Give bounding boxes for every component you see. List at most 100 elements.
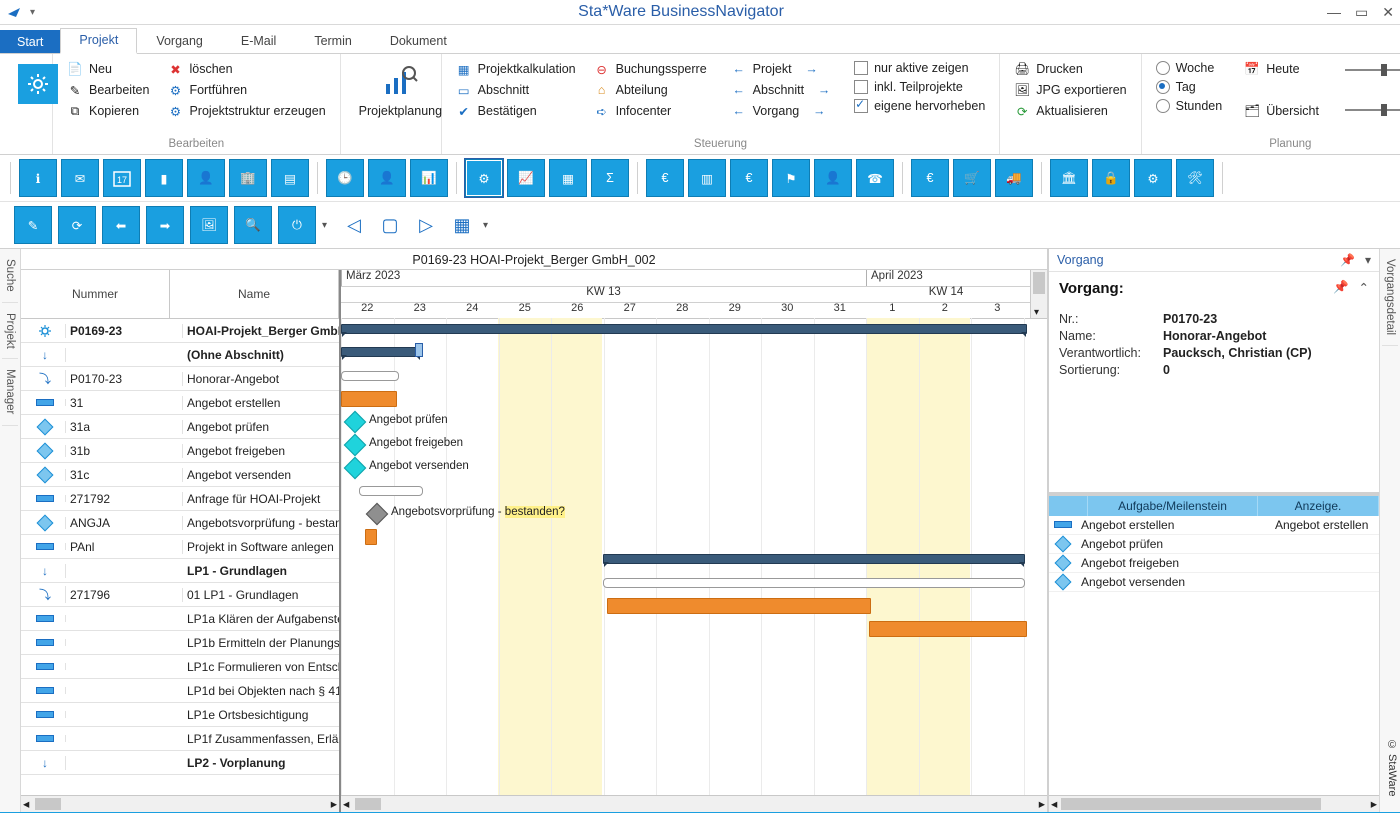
table-row[interactable]: 31b Angebot freigeben — [21, 439, 339, 463]
gantt-hscroll[interactable]: ◂ ▸ — [341, 795, 1047, 812]
rb-projektkalkulation[interactable]: ▦Projektkalkulation — [452, 60, 580, 78]
gantt-bar[interactable] — [341, 391, 397, 407]
tb-mail-icon[interactable]: ✉ — [61, 159, 99, 197]
tb2-power-icon[interactable]: ⏻ — [278, 206, 316, 244]
table-row[interactable]: ⤵ P0170-23 Honorar-Angebot — [21, 367, 339, 391]
tb-person-clock-icon[interactable]: 👤 — [368, 159, 406, 197]
tb-cart-icon[interactable]: 🛒 — [953, 159, 991, 197]
menu-tab-vorgang[interactable]: Vorgang — [137, 29, 222, 53]
table-row[interactable]: PAnl Projekt in Software anlegen — [21, 535, 339, 559]
collapse-icon[interactable]: ▾ — [1365, 253, 1371, 267]
table-row[interactable]: P0169-23 HOAI-Projekt_Berger GmbH_002 — [21, 319, 339, 343]
nav-grid-icon[interactable]: ▦ — [447, 210, 477, 240]
tb-barcode-icon[interactable]: ▥ — [688, 159, 726, 197]
rb-eigene-hervorheben[interactable]: eigene hervorheben — [850, 98, 989, 114]
rb-inkl-teilprojekte[interactable]: inkl. Teilprojekte — [850, 79, 989, 95]
rb-woche[interactable]: Woche — [1152, 60, 1227, 76]
rb-kopieren[interactable]: ⧉Kopieren — [63, 102, 153, 120]
gantt-bar[interactable] — [341, 347, 421, 357]
tb-person-icon[interactable]: 👤 — [187, 159, 225, 197]
gantt-bar[interactable] — [607, 598, 871, 614]
rb-abteilung[interactable]: ⌂Abteilung — [590, 81, 711, 99]
gantt-bar[interactable] — [341, 324, 1027, 334]
vtab-manager[interactable]: Manager — [2, 359, 18, 425]
tb-book-icon[interactable]: ▮ — [145, 159, 183, 197]
tb-mark-icon[interactable]: ⚑ — [772, 159, 810, 197]
tb2-arrow-left-icon[interactable]: ⬅ — [102, 206, 140, 244]
checkbox-checked-icon[interactable] — [854, 99, 868, 113]
table-row[interactable]: 31c Angebot versenden — [21, 463, 339, 487]
table-row[interactable]: 271792 Anfrage für HOAI-Projekt — [21, 487, 339, 511]
win-close-icon[interactable]: ✕ — [1382, 4, 1394, 21]
detail-collapse-icon[interactable]: ⌃ — [1359, 280, 1369, 309]
sub-col-aufgabe[interactable]: Aufgabe/Meilenstein — [1088, 496, 1258, 516]
gantt-bar[interactable] — [869, 621, 1027, 637]
col-header-nummer[interactable]: Nummer — [21, 270, 170, 318]
tb2-pencil-icon[interactable]: ✎ — [14, 206, 52, 244]
rb-uebersicht[interactable]: 🗂Übersicht — [1240, 102, 1323, 120]
menu-start[interactable]: Start — [0, 30, 60, 53]
detail-pin-icon[interactable]: 📌 — [1333, 280, 1349, 309]
rb-vorgang[interactable]: ←Vorgang→ — [727, 102, 836, 120]
rb-drucken[interactable]: 🖨Drucken — [1010, 60, 1130, 78]
rb-abschnitt2[interactable]: ←Abschnitt→ — [727, 81, 836, 99]
tb-info-icon[interactable]: ℹ — [19, 159, 57, 197]
win-restore-icon[interactable]: ▭ — [1355, 4, 1368, 21]
table-row[interactable]: 31 Angebot erstellen — [21, 391, 339, 415]
rb-tag[interactable]: Tag — [1152, 79, 1227, 95]
table-row[interactable]: ⤵ 271796 01 LP1 - Grundlagen — [21, 583, 339, 607]
sub-table-row[interactable]: Angebot versenden — [1049, 573, 1379, 592]
rb-neu[interactable]: 📄Neu — [63, 60, 153, 78]
gantt-vscroll[interactable]: ▴▾ — [1030, 270, 1047, 318]
sub-col-anzeige[interactable]: Anzeige. — [1258, 496, 1379, 516]
tb-contact-icon[interactable]: ☎ — [856, 159, 894, 197]
vtab-vorgangsdetail[interactable]: Vorgangsdetail — [1382, 249, 1398, 346]
tb-chart-icon[interactable]: 📈 — [507, 159, 545, 197]
sub-table-row[interactable]: Angebot erstellen Angebot erstellen — [1049, 516, 1379, 535]
rb-bearbeiten[interactable]: ✎Bearbeiten — [63, 81, 153, 99]
zoom-slider-bottom[interactable] — [1345, 109, 1400, 111]
tb2-search-icon[interactable]: 🔍 — [234, 206, 272, 244]
rb-buchungssperre[interactable]: ⊖Buchungssperre — [590, 60, 711, 78]
table-row[interactable]: LP1c Formulieren von Entscheidungshilfen — [21, 655, 339, 679]
menu-tab-projekt[interactable]: Projekt — [60, 28, 137, 54]
right-hscroll[interactable]: ◂ ▸ — [1049, 795, 1379, 812]
rb-jpg-export[interactable]: 🖼JPG exportieren — [1010, 81, 1130, 99]
tb-euro-underline-icon[interactable]: € — [730, 159, 768, 197]
rb-loeschen[interactable]: ✖löschen — [163, 60, 329, 78]
tb-building-icon[interactable]: 🏢 — [229, 159, 267, 197]
gantt-bar[interactable] — [603, 578, 1025, 588]
tb2-dropdown-icon[interactable]: ▾ — [322, 220, 327, 231]
tb2-image-icon[interactable]: 🖼 — [190, 206, 228, 244]
rb-abschnitt[interactable]: ▭Abschnitt — [452, 81, 580, 99]
tb-grid-month-icon[interactable]: ▦ — [549, 159, 587, 197]
table-row[interactable]: ↓ LP2 - Vorplanung — [21, 751, 339, 775]
tb-gear-selected-icon[interactable]: ⚙ — [465, 159, 503, 197]
tb-euro-cycle-icon[interactable]: € — [646, 159, 684, 197]
tb-truck-icon[interactable]: 🚚 — [995, 159, 1033, 197]
tb2-refresh-icon[interactable]: ⟳ — [58, 206, 96, 244]
tb-lock-icon[interactable]: 🔒 — [1092, 159, 1130, 197]
grid-hscroll[interactable]: ◂ ▸ — [21, 795, 339, 812]
table-row[interactable]: LP1a Klären der Aufgabenstellung — [21, 607, 339, 631]
menu-tab-email[interactable]: E-Mail — [222, 29, 295, 53]
table-row[interactable]: LP1e Ortsbesichtigung — [21, 703, 339, 727]
tb-sigma-icon[interactable]: Σ — [591, 159, 629, 197]
table-row[interactable]: LP1d bei Objekten nach § 41 M — [21, 679, 339, 703]
table-row[interactable]: 31a Angebot prüfen — [21, 415, 339, 439]
win-minimize-icon[interactable]: — — [1327, 4, 1341, 20]
col-header-name[interactable]: Name — [170, 270, 339, 318]
gantt-bar[interactable] — [365, 529, 377, 545]
pin-icon[interactable]: 📌 — [1340, 253, 1355, 267]
zoom-slider-top[interactable] — [1345, 69, 1400, 71]
tb2-arrow-right-icon[interactable]: ➡ — [146, 206, 184, 244]
tb-gears-icon[interactable]: ⚙ — [1134, 159, 1172, 197]
tb-calendar-icon[interactable]: 17 — [103, 159, 141, 197]
gantt-bar[interactable] — [359, 486, 423, 496]
rb-fortfuehren[interactable]: ⚙Fortführen — [163, 81, 329, 99]
table-row[interactable]: LP1b Ermitteln der Planungsrandbedingung… — [21, 631, 339, 655]
gantt-bar[interactable] — [603, 554, 1025, 564]
rb-heute[interactable]: 📅Heute — [1240, 60, 1323, 78]
rb-nur-aktive[interactable]: nur aktive zeigen — [850, 60, 989, 76]
rb-projekt[interactable]: ←Projekt→ — [727, 60, 836, 78]
